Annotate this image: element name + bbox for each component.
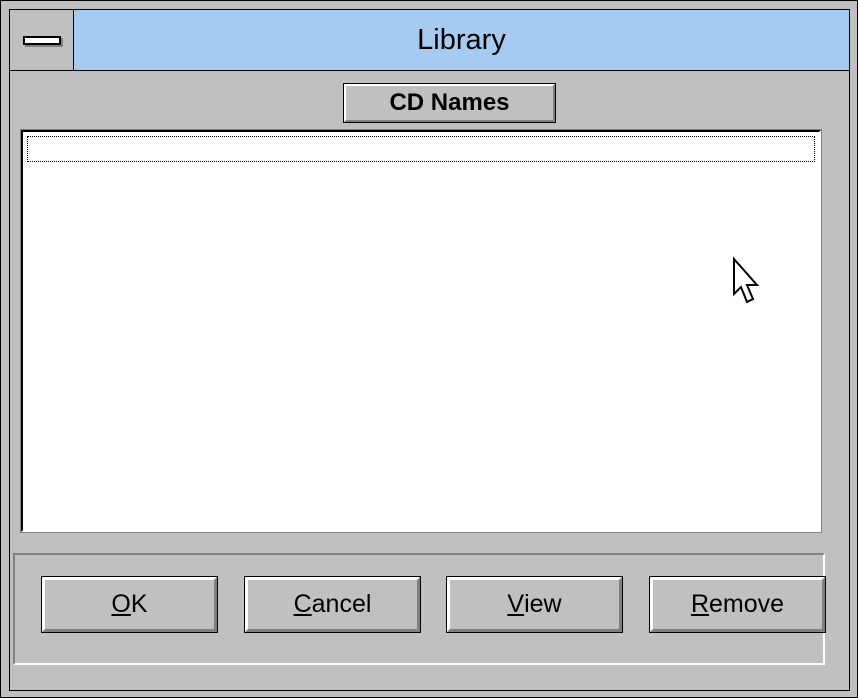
view-button-label: View (507, 590, 562, 618)
list-focus-row[interactable] (27, 136, 815, 162)
system-menu-button[interactable] (10, 10, 74, 70)
remove-button-label: Remove (690, 590, 785, 618)
window-title: Library (417, 23, 506, 56)
cd-names-listbox[interactable] (20, 129, 822, 533)
cd-names-column-header[interactable]: CD Names (343, 83, 556, 123)
library-dialog: Library CD Names OK Cancel View Remove (0, 0, 858, 698)
title-bar[interactable]: Library (10, 10, 849, 71)
ok-button-label: OK (111, 590, 148, 618)
remove-button[interactable]: Remove (649, 576, 826, 633)
view-button[interactable]: View (446, 576, 623, 633)
ok-button[interactable]: OK (41, 576, 218, 633)
cancel-button-label: Cancel (293, 590, 372, 618)
system-menu-icon (22, 35, 61, 45)
cancel-button[interactable]: Cancel (244, 576, 421, 633)
mouse-pointer-icon (733, 256, 760, 304)
